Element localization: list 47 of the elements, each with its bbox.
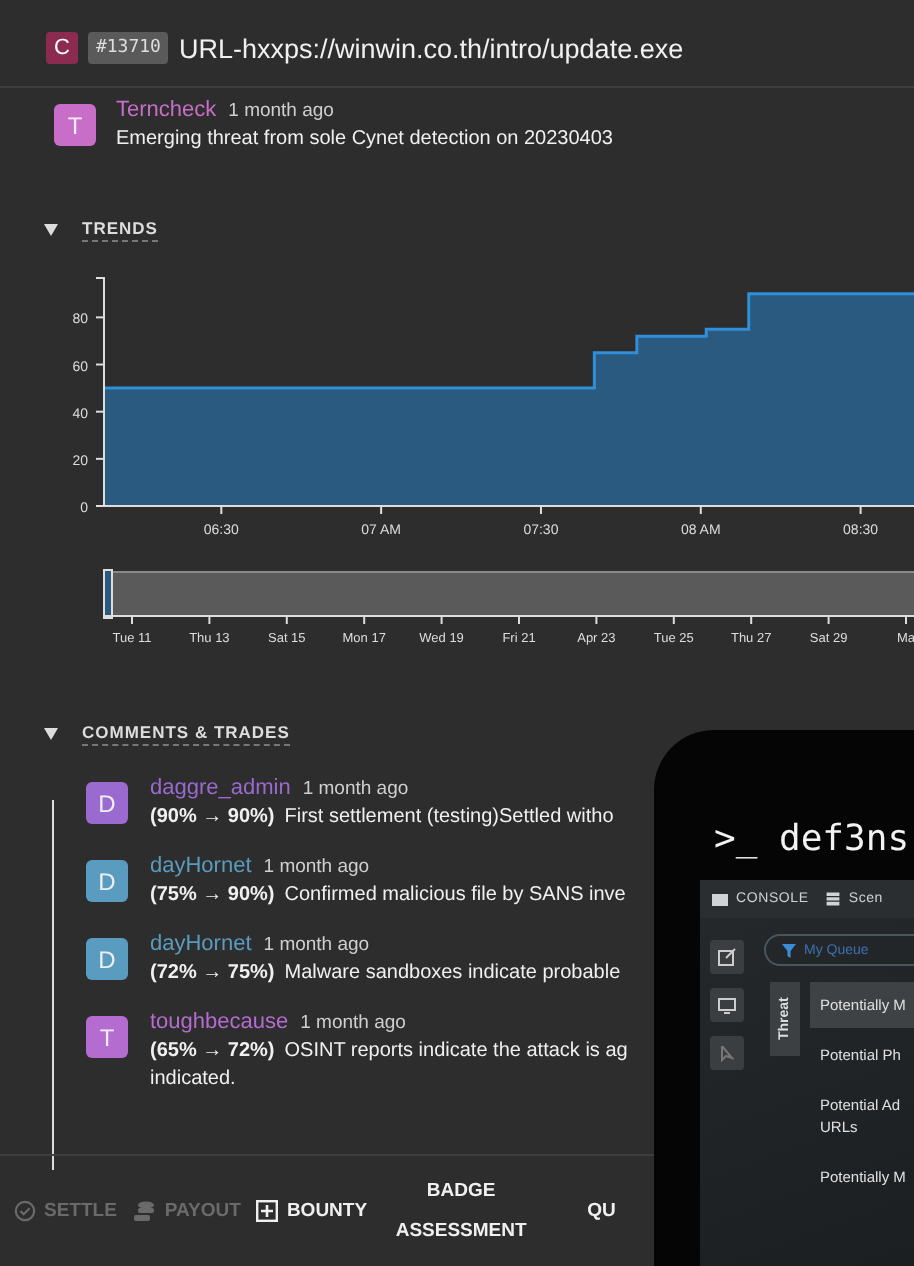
avatar: T xyxy=(54,104,96,146)
author-name[interactable]: Terncheck xyxy=(116,98,217,122)
probability-change: (90% → 90%) xyxy=(150,806,275,828)
caret-icon[interactable] xyxy=(44,224,58,236)
edit-button[interactable] xyxy=(710,940,744,974)
comment-text: Malware sandboxes indicate probable xyxy=(284,962,621,984)
timestamp: 1 month ago xyxy=(302,778,409,800)
id-badge: #13710 xyxy=(87,32,169,64)
author-name[interactable]: dayHornet xyxy=(150,932,252,956)
author-name[interactable]: daggre_admin xyxy=(150,776,291,800)
section-heading[interactable]: COMMENTS & TRADES xyxy=(82,722,290,746)
logo-text: >_ def3ns xyxy=(714,818,910,860)
filter-icon xyxy=(782,943,796,957)
timestamp: 1 month ago xyxy=(228,100,334,122)
avatar: D xyxy=(86,782,128,824)
comment-text: OSINT reports indicate the attack is ag xyxy=(284,1040,628,1062)
comment-text: First settlement (testing)Settled witho xyxy=(284,806,614,828)
comment-text: indicated. xyxy=(150,1068,238,1090)
timestamp: 1 month ago xyxy=(263,934,370,956)
comment-text: Confirmed malicious file by SANS inve xyxy=(284,884,626,906)
timestamp: 1 month ago xyxy=(263,856,370,878)
plus-square-icon xyxy=(256,1200,279,1222)
edit-icon xyxy=(718,948,736,966)
probability-change: (65% → 72%) xyxy=(150,1040,275,1062)
check-circle-icon xyxy=(14,1200,36,1222)
category-badge: C xyxy=(46,32,78,64)
section-heading[interactable]: TRENDS xyxy=(82,218,158,242)
timestamp: 1 month ago xyxy=(300,1012,406,1034)
author-name[interactable]: dayHornet xyxy=(150,854,252,878)
pointer-icon xyxy=(720,1045,734,1061)
avatar: T xyxy=(86,1016,128,1058)
avatar: D xyxy=(86,860,128,902)
action-button[interactable]: BADGE ASSESSMENT xyxy=(383,1171,540,1251)
coins-icon xyxy=(132,1200,157,1222)
probability-change: (72% → 75%) xyxy=(150,962,275,984)
monitor-button[interactable] xyxy=(710,988,744,1022)
author-name[interactable]: toughbecause xyxy=(150,1010,289,1034)
pointer-button[interactable] xyxy=(710,1036,744,1070)
probability-change: (75% → 90%) xyxy=(150,884,275,906)
avatar: D xyxy=(86,938,128,980)
question-title: URL-hxxps://winwin.co.th/intro/update.exe xyxy=(178,33,684,63)
brush-handle[interactable] xyxy=(103,569,113,619)
caret-icon[interactable] xyxy=(44,728,58,740)
action-button[interactable]: QU xyxy=(587,1191,616,1231)
action-button[interactable]: BOUNTY xyxy=(256,1191,368,1231)
monitor-icon xyxy=(718,997,736,1013)
comment-text: Emerging threat from sole Cynet detection on 20230403 xyxy=(116,128,613,150)
